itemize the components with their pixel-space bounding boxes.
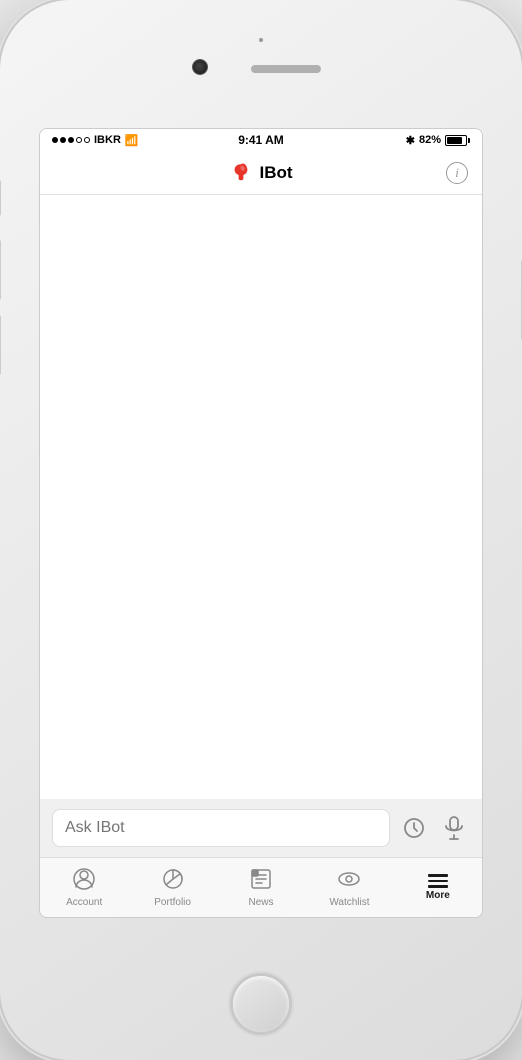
tab-watchlist[interactable]: Watchlist — [305, 858, 393, 917]
status-bar: IBKR 📶 9:41 AM ✱ 82% — [40, 129, 482, 151]
speaker — [259, 38, 263, 42]
watchlist-icon — [337, 867, 361, 895]
bluetooth-icon: ✱ — [406, 134, 415, 147]
camera — [193, 60, 207, 74]
ibot-logo-icon — [229, 161, 253, 185]
side-button-volume-up — [0, 240, 1, 300]
signal-dot-5 — [84, 137, 90, 143]
hamburger-line-1 — [428, 874, 448, 877]
ask-ibot-input[interactable] — [52, 809, 390, 847]
tab-watchlist-label: Watchlist — [329, 897, 369, 908]
tab-news-label: News — [249, 897, 274, 908]
signal-dot-3 — [68, 137, 74, 143]
hamburger-line-2 — [428, 880, 448, 883]
account-icon — [72, 867, 96, 895]
status-left: IBKR 📶 — [52, 134, 139, 147]
info-button[interactable]: i — [446, 162, 468, 184]
status-right: ✱ 82% — [406, 134, 470, 147]
hamburger-line-3 — [428, 885, 448, 888]
clock-icon — [402, 816, 426, 840]
nav-title-text: IBot — [259, 163, 292, 183]
status-time: 9:41 AM — [238, 133, 284, 147]
tab-portfolio[interactable]: Portfolio — [128, 858, 216, 917]
tab-account[interactable]: Account — [40, 858, 128, 917]
signal-bars — [52, 137, 90, 143]
main-content — [40, 195, 482, 799]
tab-portfolio-label: Portfolio — [154, 897, 191, 908]
signal-dot-1 — [52, 137, 58, 143]
input-area — [40, 799, 482, 857]
hamburger-lines — [428, 874, 448, 888]
wifi-icon: 📶 — [125, 134, 139, 147]
more-icon — [428, 874, 448, 888]
navigation-bar: IBot i — [40, 151, 482, 195]
microphone-icon — [443, 816, 465, 840]
nav-title-container: IBot — [229, 161, 292, 185]
tab-bar: Account Portfolio — [40, 857, 482, 917]
info-icon: i — [455, 165, 459, 181]
battery-icon — [445, 135, 470, 146]
news-icon — [249, 867, 273, 895]
microphone-button[interactable] — [438, 812, 470, 844]
battery-percent-label: 82% — [419, 134, 441, 146]
signal-dot-2 — [60, 137, 66, 143]
portfolio-icon — [161, 867, 185, 895]
side-button-volume-down — [0, 315, 1, 375]
signal-dot-4 — [76, 137, 82, 143]
tab-account-label: Account — [66, 897, 102, 908]
tab-more[interactable]: More — [394, 858, 482, 917]
earpiece — [251, 65, 321, 73]
phone-frame: IBKR 📶 9:41 AM ✱ 82% — [0, 0, 522, 1060]
battery-tip — [468, 138, 470, 143]
history-button[interactable] — [398, 812, 430, 844]
tab-news[interactable]: News — [217, 858, 305, 917]
side-button-mute — [0, 180, 1, 216]
home-button[interactable] — [233, 976, 289, 1032]
tab-more-label: More — [426, 890, 450, 901]
battery-fill — [447, 137, 462, 144]
screen: IBKR 📶 9:41 AM ✱ 82% — [39, 128, 483, 918]
carrier-label: IBKR — [94, 134, 121, 146]
battery-body — [445, 135, 467, 146]
